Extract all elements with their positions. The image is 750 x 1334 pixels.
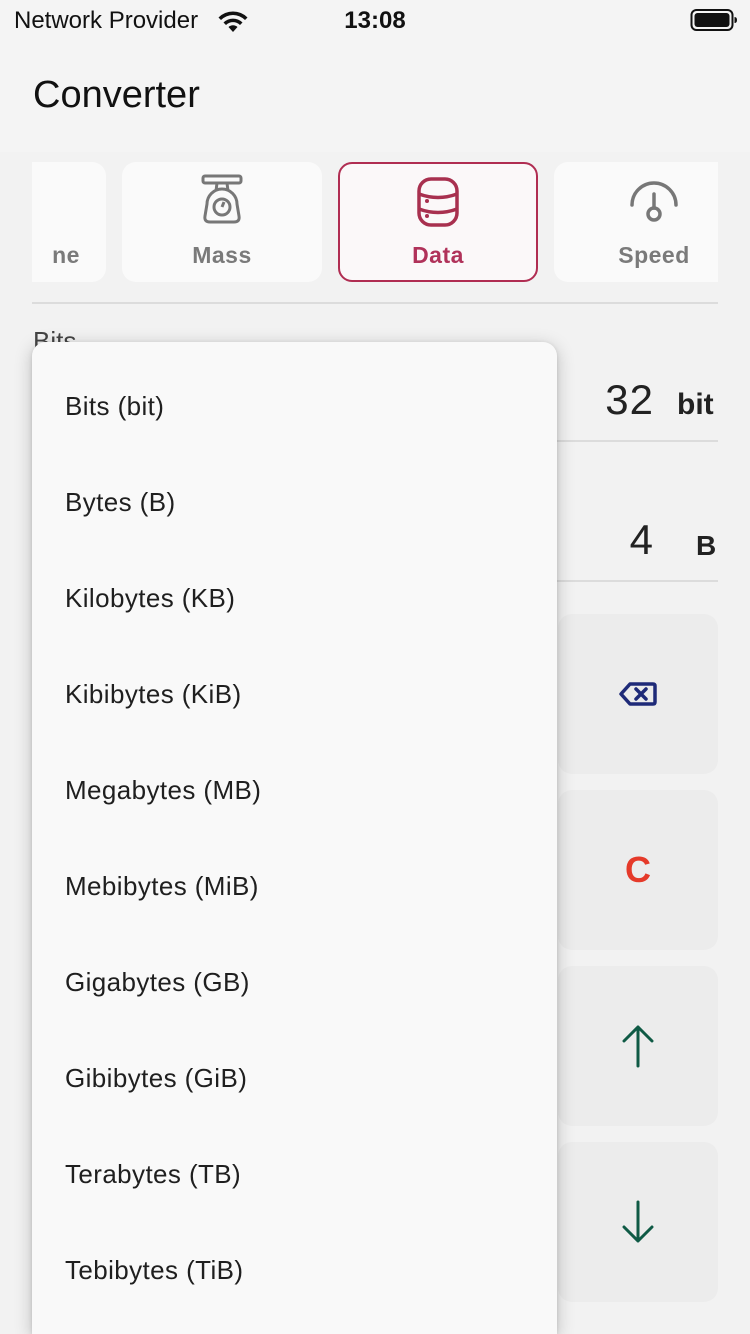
battery-icon [690, 9, 737, 31]
from-value: 32 [605, 376, 654, 423]
menu-item-tebibytes[interactable]: Tebibytes (TiB) [32, 1222, 557, 1318]
category-card-speed[interactable]: Speed [554, 162, 718, 282]
unit-dropdown-menu: Bits (bit) Bytes (B) Kilobytes (KB) Kibi… [32, 342, 557, 1334]
menu-item-bytes[interactable]: Bytes (B) [32, 454, 557, 550]
status-bar: Network Provider 13:08 [0, 0, 750, 42]
speedometer-icon [630, 181, 678, 222]
status-time: 13:08 [344, 7, 406, 34]
to-unit-symbol: B [696, 530, 717, 561]
swap-down-button[interactable] [558, 1142, 718, 1302]
category-label: Data [412, 242, 464, 268]
category-strip[interactable]: ne Mass Data Speed [32, 162, 718, 284]
converter-screen: Network Provider 13:08 Converter ne Mass… [0, 0, 750, 1334]
category-divider [32, 302, 718, 304]
category-label: ne [52, 242, 80, 268]
clear-label: C [625, 849, 651, 890]
category-label: Mass [192, 242, 252, 268]
category-card-mass[interactable]: Mass [122, 162, 322, 282]
menu-item-mebibytes[interactable]: Mebibytes (MiB) [32, 838, 557, 934]
database-icon [417, 177, 459, 227]
category-card-data[interactable]: Data [338, 162, 538, 282]
menu-item-megabytes[interactable]: Megabytes (MB) [32, 742, 557, 838]
scale-icon [201, 174, 243, 224]
menu-item-kibibytes[interactable]: Kibibytes (KiB) [32, 646, 557, 742]
swap-up-button[interactable] [558, 966, 718, 1126]
backspace-button[interactable] [558, 614, 718, 774]
menu-item-gibibytes[interactable]: Gibibytes (GiB) [32, 1030, 557, 1126]
menu-item-terabytes[interactable]: Terabytes (TB) [32, 1126, 557, 1222]
from-unit-symbol: bit [677, 388, 714, 421]
menu-item-kilobytes[interactable]: Kilobytes (KB) [32, 550, 557, 646]
menu-item-gigabytes[interactable]: Gigabytes (GB) [32, 934, 557, 1030]
arrow-up-icon [622, 1025, 654, 1068]
category-card-volume[interactable]: ne [32, 162, 106, 282]
to-value: 4 [629, 516, 654, 563]
page-title: Converter [33, 74, 200, 116]
backspace-icon [619, 682, 657, 706]
clear-button[interactable]: C [558, 790, 718, 950]
menu-item-bits[interactable]: Bits (bit) [32, 358, 557, 454]
category-label: Speed [618, 242, 690, 268]
arrow-down-icon [622, 1200, 654, 1243]
